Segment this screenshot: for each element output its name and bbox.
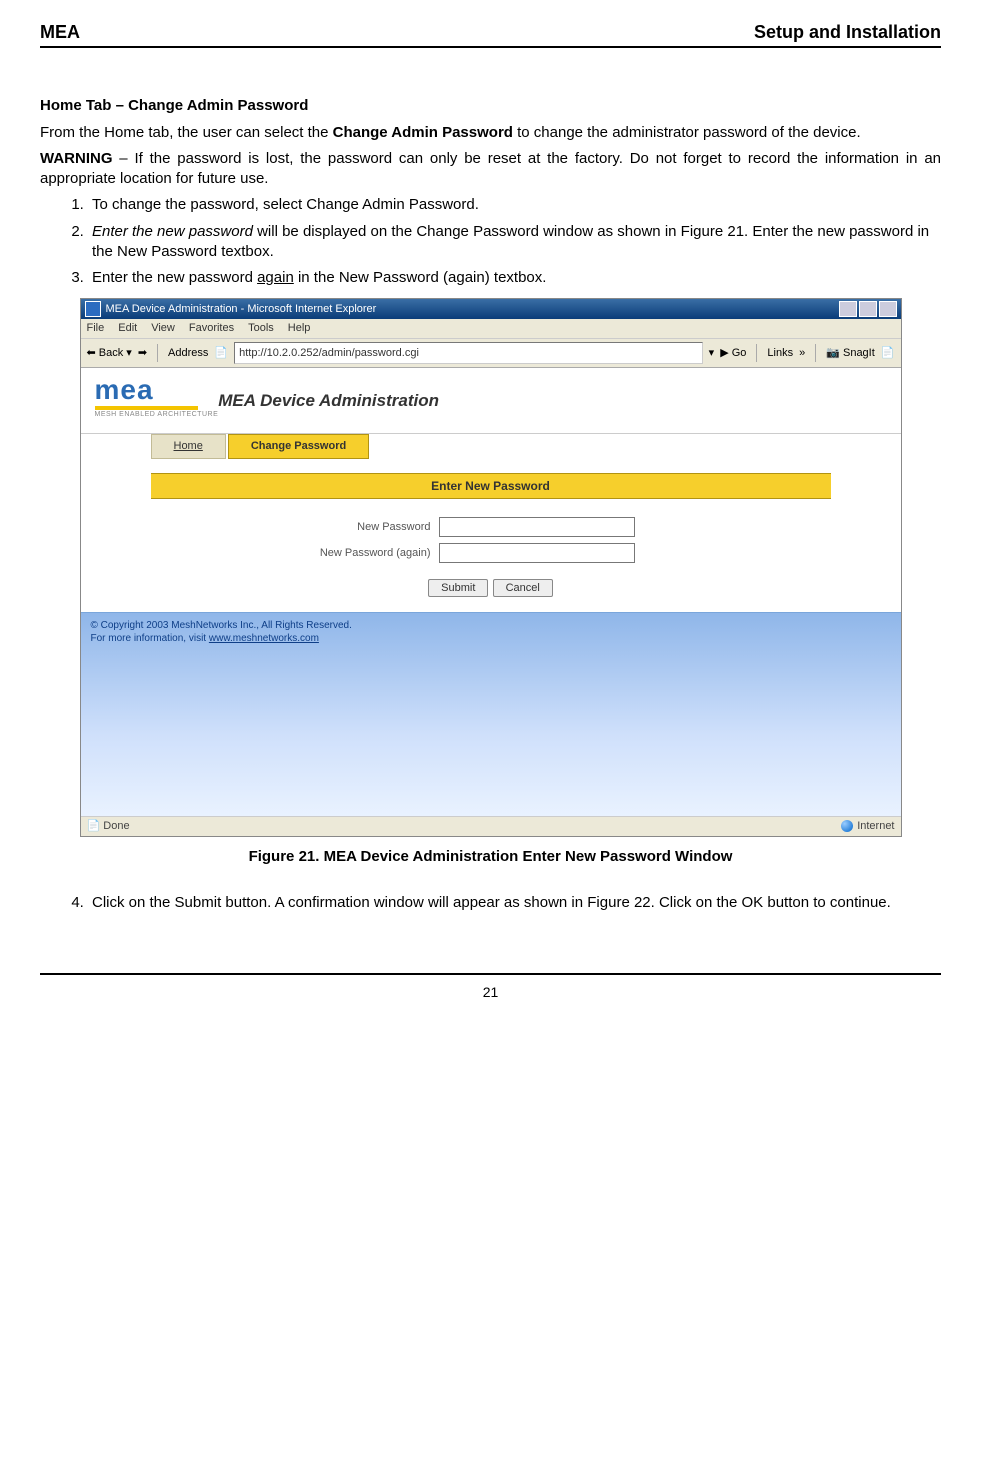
label-new-password-again: New Password (again): [281, 546, 439, 561]
page-content: mea MESH ENABLED ARCHITECTURE MEA Device…: [81, 368, 901, 816]
warning-paragraph: WARNING – If the password is lost, the p…: [40, 149, 941, 190]
toolbar: ⬅ Back ▾ ➡ Address 📄 ▾ ▶ Go Links » 📷 Sn…: [81, 339, 901, 368]
tab-change-password[interactable]: Change Password: [228, 434, 369, 459]
s3u: again: [257, 269, 294, 286]
mea-header: mea MESH ENABLED ARCHITECTURE MEA Device…: [81, 368, 901, 434]
cancel-button[interactable]: Cancel: [493, 579, 553, 597]
forward-button[interactable]: ➡: [138, 346, 147, 361]
s1b: .: [475, 196, 479, 213]
go-button[interactable]: ▶ Go: [720, 346, 746, 361]
s3bold: New Password (again): [339, 269, 490, 286]
s3b: in the: [294, 269, 339, 286]
tab-home[interactable]: Home: [151, 434, 226, 459]
status-done: Done: [103, 820, 129, 832]
maximize-button[interactable]: [859, 301, 877, 317]
close-button[interactable]: [879, 301, 897, 317]
step-4: Click on the Submit button. A confirmati…: [88, 893, 941, 913]
address-input[interactable]: [234, 342, 703, 364]
intro-a: From the Home tab, the user can select t…: [40, 124, 333, 141]
header-right: Setup and Installation: [754, 20, 941, 44]
back-label: Back: [99, 347, 123, 359]
step-2: Enter the new password will be displayed…: [88, 222, 941, 263]
intro-bold: Change Admin Password: [333, 124, 513, 141]
new-password-input[interactable]: [439, 517, 635, 537]
links-label[interactable]: Links: [767, 346, 793, 361]
section-title: Home Tab – Change Admin Password: [40, 96, 941, 116]
globe-icon: [841, 820, 853, 832]
s2italic: Enter the new password: [92, 223, 253, 240]
new-password-again-input[interactable]: [439, 543, 635, 563]
back-button[interactable]: ⬅ Back ▾: [87, 346, 132, 361]
s1a: To change the password, select: [92, 196, 306, 213]
s4c: button to continue.: [763, 894, 891, 911]
step-1: To change the password, select Change Ad…: [88, 195, 941, 215]
figure-caption: Figure 21. MEA Device Administration Ent…: [40, 847, 941, 867]
button-row: Submit Cancel: [81, 577, 901, 597]
go-label: Go: [732, 347, 747, 359]
window-titlebar: MEA Device Administration - Microsoft In…: [81, 299, 901, 319]
admin-title: MEA Device Administration: [218, 390, 439, 413]
header-left: MEA: [40, 20, 80, 44]
warning-text: – If the password is lost, the password …: [40, 150, 941, 187]
links-chevron-icon: »: [799, 346, 805, 361]
menu-help[interactable]: Help: [288, 321, 311, 336]
row-new-password-again: New Password (again): [281, 543, 901, 563]
menu-edit[interactable]: Edit: [118, 321, 137, 336]
snagit-label: SnagIt: [843, 347, 875, 359]
ie-icon: [85, 301, 101, 317]
s2b: textbox.: [217, 243, 274, 260]
window-title: MEA Device Administration - Microsoft In…: [106, 302, 377, 317]
copyright-text: © Copyright 2003 MeshNetworks Inc., All …: [91, 619, 891, 633]
s3a: Enter the new password: [92, 269, 257, 286]
submit-button[interactable]: Submit: [428, 579, 488, 597]
s3c: textbox.: [490, 269, 547, 286]
menu-favorites[interactable]: Favorites: [189, 321, 234, 336]
mea-logo-subtitle: MESH ENABLED ARCHITECTURE: [95, 410, 219, 419]
enter-new-heading: Enter New Password: [151, 473, 831, 499]
warning-lead: WARNING: [40, 150, 113, 167]
s4bold2: OK: [742, 894, 764, 911]
page-header: MEA Setup and Installation: [40, 20, 941, 48]
s4b: button. A confirmation window will appea…: [221, 894, 741, 911]
steps-list: To change the password, select Change Ad…: [88, 195, 941, 288]
menu-view[interactable]: View: [151, 321, 175, 336]
page-number: 21: [40, 973, 941, 1002]
s1bold: Change Admin Password: [306, 196, 474, 213]
row-new-password: New Password: [281, 517, 901, 537]
menu-file[interactable]: File: [87, 321, 105, 336]
screenshot-window: MEA Device Administration - Microsoft In…: [80, 298, 902, 836]
snagit-extra-icon[interactable]: 📄: [881, 346, 895, 361]
moreinfo-link[interactable]: www.meshnetworks.com: [209, 633, 319, 644]
status-internet: Internet: [857, 819, 894, 834]
dropdown-icon[interactable]: ▾: [709, 346, 715, 361]
mea-logo: mea: [95, 378, 199, 410]
snagit-button[interactable]: 📷 SnagIt: [826, 346, 875, 361]
intro-paragraph: From the Home tab, the user can select t…: [40, 123, 941, 143]
s4bold1: Submit: [175, 894, 222, 911]
page-footer: © Copyright 2003 MeshNetworks Inc., All …: [81, 612, 901, 816]
page-icon: 📄: [214, 346, 228, 361]
steps-list-continued: Click on the Submit button. A confirmati…: [88, 893, 941, 913]
label-new-password: New Password: [281, 520, 439, 535]
form-block: Enter New Password New Password New Pass…: [81, 473, 901, 611]
logo-block: mea MESH ENABLED ARCHITECTURE: [95, 378, 219, 419]
minimize-button[interactable]: [839, 301, 857, 317]
s4a: Click on the: [92, 894, 175, 911]
s2bold: New Password: [117, 243, 217, 260]
status-bar: 📄 Done Internet: [81, 816, 901, 836]
menubar: File Edit View Favorites Tools Help: [81, 319, 901, 339]
window-buttons: [839, 301, 897, 317]
address-label: Address: [168, 346, 208, 361]
intro-b: to change the administrator password of …: [513, 124, 861, 141]
menu-tools[interactable]: Tools: [248, 321, 274, 336]
step-3: Enter the new password again in the New …: [88, 268, 941, 288]
tab-bar: Home Change Password: [151, 434, 901, 459]
moreinfo-text: For more information, visit: [91, 633, 209, 644]
